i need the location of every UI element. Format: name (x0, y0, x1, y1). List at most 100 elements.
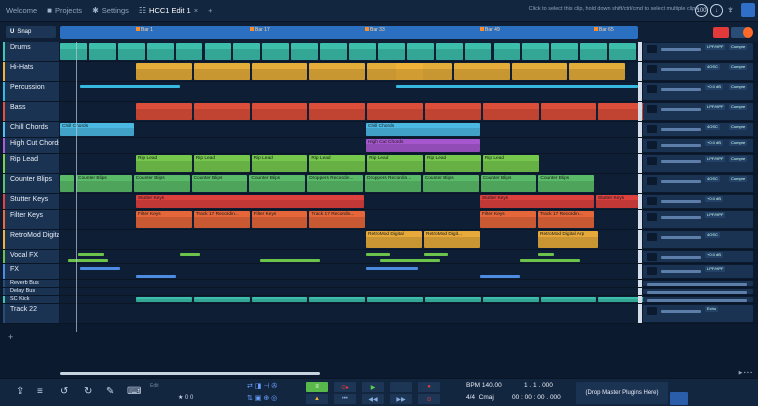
plugin-slot[interactable]: Echo (705, 306, 719, 312)
clip[interactable] (136, 275, 176, 278)
clip[interactable]: High Cut Chords (366, 139, 480, 152)
clip[interactable]: Rip Lead (309, 155, 366, 172)
tab-welcome[interactable]: Welcome (6, 6, 37, 15)
plugin-slot[interactable]: Compre (729, 104, 748, 110)
track-lane[interactable] (60, 250, 638, 263)
clip[interactable] (424, 253, 448, 256)
track-scroll-handle[interactable] (638, 102, 642, 121)
zoom-controls[interactable]: ▶ ▪ ▪ ▪ (739, 370, 752, 376)
clip[interactable] (425, 297, 481, 302)
track-scroll-handle[interactable] (638, 122, 642, 137)
plugin-slot[interactable]: Compre (729, 44, 748, 50)
volume-knob[interactable] (647, 85, 657, 93)
clip[interactable] (482, 103, 539, 120)
plugin-slot[interactable]: 4OSC (705, 124, 720, 130)
menu-icon[interactable]: ≡ (37, 386, 43, 397)
power-icon[interactable] (743, 27, 753, 38)
clip[interactable] (260, 259, 320, 262)
clip[interactable]: Droppers Recordin... (307, 175, 363, 192)
clip[interactable]: Track 17 Recordin... (309, 211, 366, 228)
clip[interactable]: Chill Chords (60, 123, 134, 136)
marker[interactable]: Bar 33 (365, 27, 385, 33)
plugin-slot[interactable]: LPF/HPF (705, 266, 726, 272)
snap-button[interactable]: U Snap (6, 26, 56, 38)
track-scroll-handle[interactable] (638, 138, 642, 153)
plugin-slot[interactable]: +0.0 dB (705, 252, 723, 258)
track-scroll-handle[interactable] (638, 42, 642, 61)
plugin-slot[interactable]: Compre (729, 140, 748, 146)
clip[interactable] (175, 43, 203, 60)
export-icon[interactable]: ⇪ (16, 386, 24, 397)
track-scroll-handle[interactable] (638, 296, 642, 303)
warning-icon[interactable]: ▲ (306, 394, 328, 404)
track-header[interactable]: Bass (3, 102, 59, 121)
clip[interactable] (425, 103, 481, 120)
clip[interactable] (193, 297, 250, 302)
track-controls[interactable] (643, 297, 753, 302)
redo-icon[interactable]: ↻ (84, 386, 92, 397)
record-arm-button[interactable] (713, 27, 729, 38)
volume-knob[interactable] (647, 197, 657, 205)
pan-slider[interactable] (661, 128, 701, 131)
record-button[interactable]: ● (418, 382, 440, 392)
master-plugin-dropzone[interactable]: (Drop Master Plugins Here) (576, 382, 668, 404)
track-controls[interactable]: LPF/HPF (643, 211, 753, 228)
clip[interactable]: Rip Lead (367, 155, 423, 172)
track-controls[interactable]: 4OSC (643, 231, 753, 248)
clip[interactable] (522, 43, 550, 60)
bus-level-slider[interactable] (647, 291, 747, 294)
pan-slider[interactable] (661, 160, 701, 163)
track-controls[interactable]: LPF/HPF Compre (643, 103, 753, 120)
layout-icon[interactable] (741, 3, 755, 17)
pan-slider[interactable] (661, 200, 701, 203)
playhead[interactable] (76, 42, 77, 332)
volume-knob[interactable] (647, 267, 657, 275)
clip[interactable] (60, 43, 87, 60)
clip[interactable] (540, 297, 597, 302)
track-lane[interactable]: Filter Keys Track 17 Recordin... Filter Ke… (60, 210, 638, 229)
track-header[interactable]: FX (3, 264, 59, 279)
track-header[interactable]: Chill Chords (3, 122, 59, 137)
clip[interactable] (367, 297, 423, 302)
clip[interactable] (309, 297, 366, 302)
clip[interactable] (377, 43, 405, 60)
clip[interactable]: Stutter Keys (136, 195, 364, 208)
volume-knob[interactable] (647, 45, 657, 53)
track-scroll-handle[interactable] (638, 62, 642, 81)
tuner-icon[interactable]: ♆ (724, 4, 737, 17)
clip[interactable]: Counter Blips (133, 175, 190, 192)
track-scroll-handle[interactable] (638, 194, 642, 209)
track-lane[interactable]: Rip Lead Rip Lead Rip Lead Rip Lead Rip Lead… (60, 154, 638, 173)
marker[interactable]: Bar 65 (594, 27, 614, 33)
track-header[interactable]: Counter Blips (3, 174, 59, 193)
track-controls[interactable]: +0.0 dB Compre (643, 139, 753, 152)
clip[interactable]: Track 17 Recordin... (537, 211, 594, 228)
clip[interactable] (136, 297, 192, 302)
plugin-slot[interactable]: +0.0 dB (705, 84, 723, 90)
clip[interactable]: Counter Blips (480, 175, 537, 192)
track-controls[interactable]: 4OSC Compre (643, 175, 753, 192)
pencil-icon[interactable]: ✎ (106, 386, 114, 397)
track-header[interactable]: Percussion (3, 82, 59, 101)
plugin-slot[interactable]: Compre (729, 84, 748, 90)
clip[interactable]: Rip Lead (251, 155, 308, 172)
tab-edit[interactable]: ☷ HCC1 Edit 1 × (139, 6, 198, 15)
volume-knob[interactable] (647, 141, 657, 149)
track-header[interactable]: SC Kick (3, 296, 59, 303)
clip[interactable]: Filter Keys (251, 211, 308, 228)
clip[interactable]: Rip Lead (425, 155, 481, 172)
plugin-slot[interactable]: Compre (729, 64, 748, 70)
track-header[interactable]: Hi-Hats (3, 62, 59, 81)
clip[interactable]: Counter Blips (76, 175, 132, 192)
track-header[interactable]: RetroMod Digital (3, 230, 59, 249)
pan-slider[interactable] (661, 180, 701, 183)
punch-button[interactable]: ⊙▸ (334, 382, 356, 392)
track-controls[interactable]: LPF/HPF (643, 265, 753, 278)
clip[interactable]: Rip Lead (482, 155, 539, 172)
volume-knob[interactable] (647, 233, 657, 241)
volume-knob[interactable] (647, 253, 657, 261)
track-controls[interactable]: 4OSC Compre (643, 123, 753, 136)
volume-knob[interactable] (647, 157, 657, 165)
horizontal-scrollbar[interactable] (60, 372, 640, 375)
track-scroll-handle[interactable] (638, 264, 642, 279)
